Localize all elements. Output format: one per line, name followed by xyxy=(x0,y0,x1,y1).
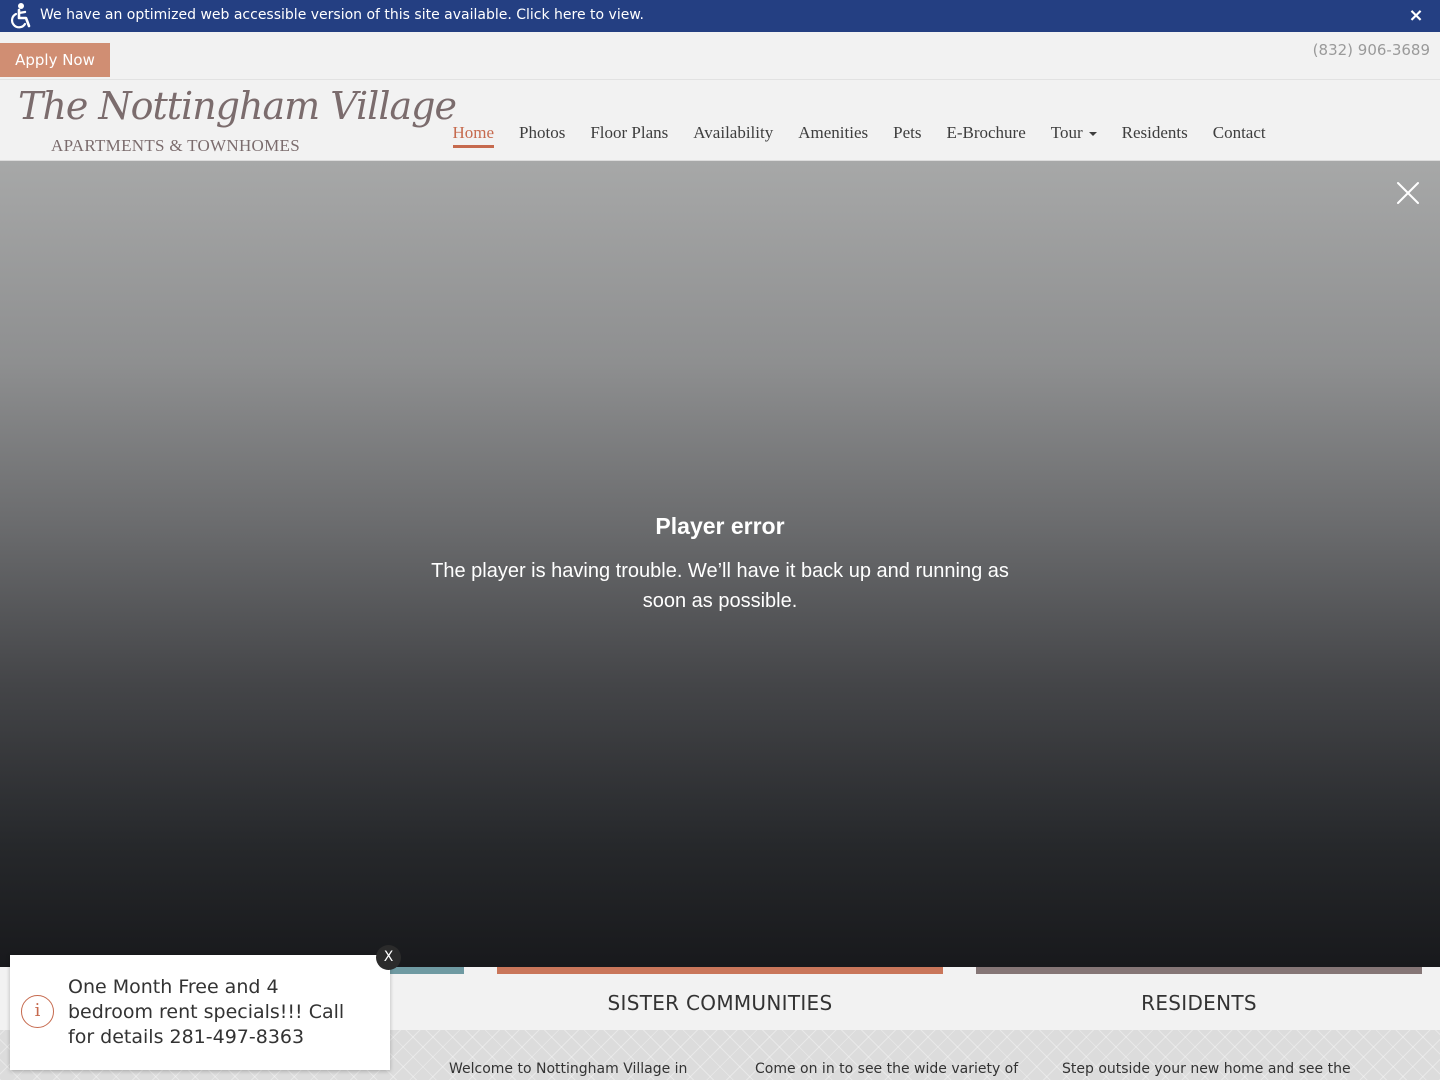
nav-item-availability[interactable]: Availability xyxy=(693,123,773,143)
accessibility-banner[interactable]: We have an optimized web accessible vers… xyxy=(0,0,1440,32)
promo-popup[interactable]: i One Month Free and 4 bedroom rent spec… xyxy=(10,955,390,1070)
player-error-message: The player is having trouble. We’ll have… xyxy=(431,560,1009,612)
nav-item-pets[interactable]: Pets xyxy=(893,123,921,143)
tile-accent-bar xyxy=(976,967,1422,974)
tile-title-sister-communities[interactable]: SISTER COMMUNITIES xyxy=(497,991,943,1015)
video-player[interactable]: Player error The player is having troubl… xyxy=(0,161,1440,967)
nav-item-e-brochure[interactable]: E-Brochure xyxy=(946,123,1025,143)
promo-close-button[interactable]: X xyxy=(376,945,401,970)
caret-down-icon xyxy=(1088,132,1097,137)
nav-item-home[interactable]: Home xyxy=(452,123,494,148)
tile-text-variety: Come on in to see the wide variety of xyxy=(755,1061,1019,1077)
nav-item-tour-label: Tour xyxy=(1050,123,1083,142)
apply-now-button[interactable]: Apply Now xyxy=(0,43,110,77)
nav-item-amenities[interactable]: Amenities xyxy=(798,123,868,143)
promo-message: One Month Free and 4 bedroom rent specia… xyxy=(68,976,345,1048)
close-icon[interactable]: × xyxy=(1406,6,1426,26)
nav-item-residents[interactable]: Residents xyxy=(1122,123,1188,143)
tile-accent-bar xyxy=(497,967,943,974)
utility-bar: Apply Now (832) 906-3689 xyxy=(0,32,1440,80)
tile-text-welcome: Welcome to Nottingham Village in xyxy=(449,1061,688,1077)
phone-link[interactable]: (832) 906-3689 xyxy=(1313,41,1430,59)
close-icon[interactable] xyxy=(1394,179,1422,207)
accessibility-banner-text[interactable]: We have an optimized web accessible vers… xyxy=(40,7,644,24)
info-icon: i xyxy=(21,995,54,1028)
tile-text-outside: Step outside your new home and see the xyxy=(1062,1061,1351,1077)
logo-name: The Nottingham Village xyxy=(18,84,457,128)
tile-title-residents[interactable]: RESIDENTS xyxy=(976,991,1422,1015)
nav-item-tour[interactable]: Tour xyxy=(1051,123,1097,143)
site-header: The Nottingham Village APARTMENTS & TOWN… xyxy=(0,80,1440,161)
logo-tagline: APARTMENTS & TOWNHOMES xyxy=(51,136,300,155)
nav-item-photos[interactable]: Photos xyxy=(519,123,565,143)
logo[interactable]: The Nottingham Village APARTMENTS & TOWN… xyxy=(18,84,457,156)
nav-item-floor-plans[interactable]: Floor Plans xyxy=(590,123,668,143)
accessibility-icon xyxy=(11,3,31,29)
nav-item-contact[interactable]: Contact xyxy=(1213,123,1266,143)
player-error-title: Player error xyxy=(655,513,785,539)
main-nav: Home Photos Floor Plans Availability Ame… xyxy=(440,121,1278,148)
